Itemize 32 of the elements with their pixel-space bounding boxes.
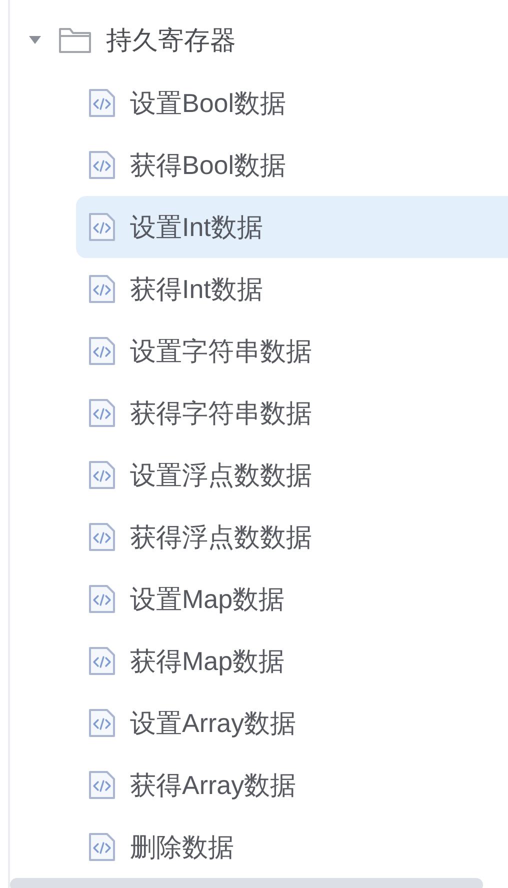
code-file-icon: [88, 150, 116, 180]
item-label: 删除数据: [130, 830, 234, 864]
item-label: 设置字符串数据: [130, 334, 312, 368]
code-file-icon: [88, 460, 116, 490]
folder-label: 持久寄存器: [106, 24, 236, 56]
code-file-icon: [88, 832, 116, 862]
item-label: 获得Map数据: [130, 644, 285, 678]
item-label: 设置Array数据: [130, 706, 296, 740]
tree-item[interactable]: 设置Int数据: [76, 196, 508, 258]
code-file-icon: [88, 708, 116, 738]
item-label: 获得Int数据: [130, 272, 263, 306]
tree-folder-row[interactable]: 持久寄存器: [0, 8, 508, 72]
code-file-icon: [88, 584, 116, 614]
folder-icon: [58, 26, 92, 54]
item-label: 设置Bool数据: [130, 86, 286, 120]
code-file-icon: [88, 274, 116, 304]
item-label: 获得Bool数据: [130, 148, 286, 182]
code-file-icon: [88, 398, 116, 428]
horizontal-scrollbar[interactable]: [10, 878, 483, 888]
code-file-icon: [88, 646, 116, 676]
item-label: 设置Int数据: [130, 210, 263, 244]
code-file-icon: [88, 88, 116, 118]
code-file-icon: [88, 770, 116, 800]
item-label: 设置浮点数数据: [130, 458, 312, 492]
code-file-icon: [88, 212, 116, 242]
item-label: 获得Array数据: [130, 768, 296, 802]
item-label: 获得字符串数据: [130, 396, 312, 430]
item-label: 获得浮点数数据: [130, 520, 312, 554]
code-file-icon: [88, 522, 116, 552]
item-label: 设置Map数据: [130, 582, 285, 616]
code-file-icon: [88, 336, 116, 366]
caret-icon[interactable]: [28, 35, 42, 45]
